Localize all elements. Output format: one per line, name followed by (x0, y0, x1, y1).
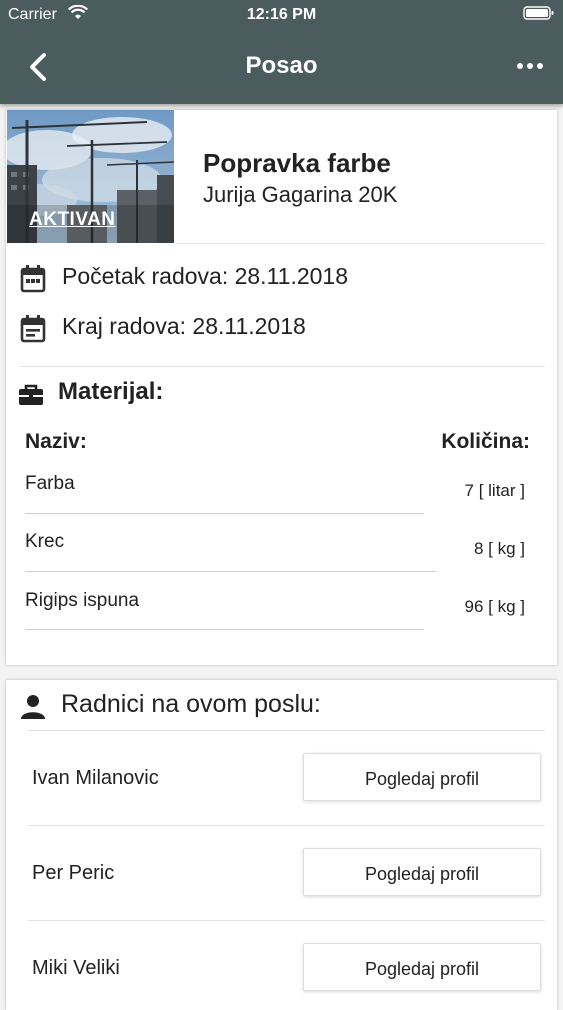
row-divider (25, 513, 424, 514)
row-divider (25, 571, 436, 572)
worker-name: Ivan Milanovic (32, 767, 159, 789)
name-column-header: Naziv: (25, 430, 87, 453)
material-quantity: 96 [ kg ] (464, 597, 525, 616)
user-icon (21, 695, 45, 719)
calendar-icon (20, 265, 46, 293)
material-name: Krec (25, 531, 65, 552)
divider (20, 366, 545, 367)
briefcase-icon (19, 384, 43, 405)
calendar-text-icon (20, 315, 46, 343)
job-title: Popravka farbe (203, 148, 391, 178)
more-button[interactable] (517, 58, 543, 74)
divider (28, 920, 545, 921)
worker-name: Miki Veliki (32, 957, 120, 979)
job-image[interactable]: AKTIVAN (7, 110, 174, 243)
divider (28, 825, 545, 826)
row-divider (25, 629, 424, 630)
status-bar: Carrier 12:16 PM (0, 0, 563, 30)
materials-heading: Materijal: (58, 378, 164, 405)
start-date-text: Početak radova: 28.11.2018 (62, 263, 349, 289)
navigation-bar: Carrier 12:16 PM Posao (0, 0, 563, 104)
workers-card: Radnici na ovom poslu: Ivan Milanovic Po… (6, 680, 557, 1010)
divider (176, 243, 545, 244)
material-name: Rigips ispuna (25, 590, 140, 611)
worker-name: Per Peric (32, 862, 115, 884)
battery-icon (523, 6, 554, 20)
quantity-column-header: Količina: (441, 430, 530, 453)
job-details-card: AKTIVAN Popravka farbe Jurija Gagarina 2… (6, 110, 557, 665)
more-horizontal-icon (517, 63, 543, 69)
workers-heading: Radnici na ovom poslu: (61, 690, 321, 718)
status-time: 12:16 PM (246, 6, 317, 23)
page-title: Posao (245, 52, 318, 79)
material-quantity: 7 [ litar ] (464, 481, 525, 500)
end-date-text: Kraj radova: 28.11.2018 (62, 313, 306, 339)
status-badge: AKTIVAN (29, 209, 116, 230)
view-profile-button[interactable]: Pogledaj profil (303, 848, 541, 896)
job-address: Jurija Gagarina 20K (203, 182, 398, 207)
material-name: Farba (25, 473, 75, 494)
view-profile-button[interactable]: Pogledaj profil (303, 943, 541, 991)
divider (28, 730, 545, 731)
material-quantity: 8 [ kg ] (473, 539, 525, 558)
view-profile-button[interactable]: Pogledaj profil (303, 753, 541, 801)
